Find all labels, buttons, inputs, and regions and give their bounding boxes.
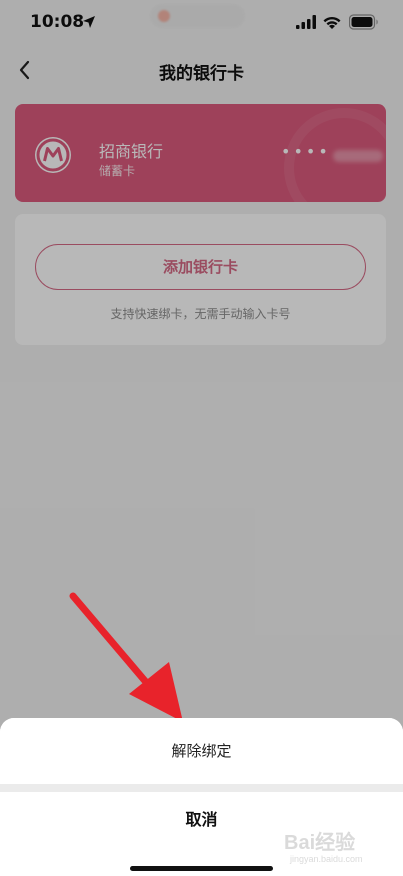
watermark-sub-text: jingyan.baidu.com: [290, 854, 363, 864]
baidu-jingyan-watermark: Bai经验 jingyan.baidu.com: [284, 818, 396, 874]
annotation-arrow-icon: [69, 592, 183, 722]
watermark-main-text: Bai经验: [284, 832, 356, 854]
bank-cards-screen: 10:08 我的银行卡 招商银行 储蓄卡 •••• 添加银行卡 支持快速绑卡，无…: [0, 0, 403, 876]
unbind-card-option[interactable]: 解除绑定: [0, 718, 403, 784]
sheet-separator: [0, 784, 403, 792]
home-indicator[interactable]: [130, 866, 273, 871]
